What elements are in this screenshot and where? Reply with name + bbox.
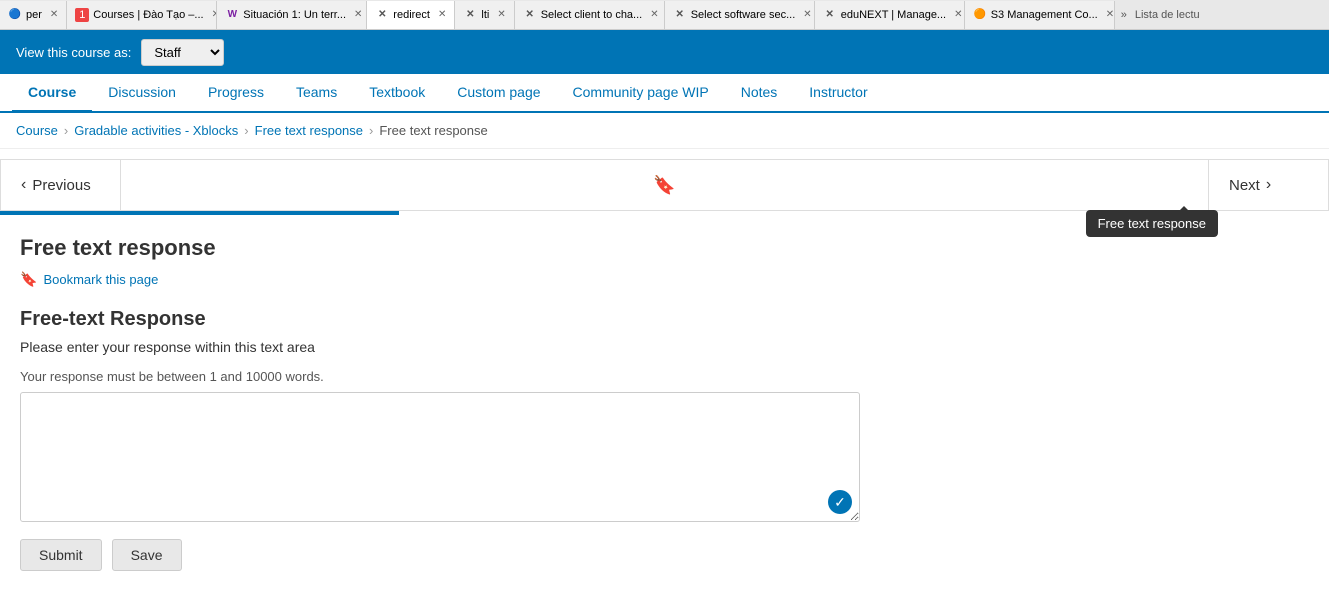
tab-select-client-close[interactable]: ✕ [650,9,658,20]
tab-bar-overflow[interactable]: » Lista de lectu [1115,9,1206,21]
tab-s3-favicon: 🟠 [973,8,987,22]
tab-edunext-label: eduNEXT | Manage... [841,9,946,21]
lista-lectura-label: Lista de lectu [1135,9,1200,21]
nav-center: 🔖 [121,160,1208,210]
course-nav-tabs: Course Discussion Progress Teams Textboo… [0,74,1329,113]
tab-select-software-close[interactable]: ✕ [803,9,811,20]
response-textarea[interactable] [20,392,860,522]
prev-arrow-icon: ‹ [21,176,26,194]
next-label: Next [1229,177,1260,194]
tab-discussion[interactable]: Discussion [92,74,192,113]
next-button[interactable]: Next › [1208,160,1328,210]
tab-redirect-favicon: ✕ [375,8,389,22]
prev-button[interactable]: ‹ Previous [1,160,121,210]
tab-teams[interactable]: Teams [280,74,353,113]
tab-per-favicon: 🔵 [8,8,22,22]
tab-select-client-favicon: ✕ [523,8,537,22]
word-count-hint: Your response must be between 1 and 1000… [20,369,1080,384]
tab-overflow-icon: » [1121,9,1127,21]
tab-s3-label: S3 Management Co... [991,9,1098,21]
next-arrow-icon: › [1266,176,1271,194]
main-content: Free text response VIEW UNIT IN STUDIO 🔖… [0,215,1100,591]
tab-course[interactable]: Course [12,74,92,113]
tab-notes[interactable]: Notes [725,74,794,113]
prev-label: Previous [32,177,90,194]
tab-s3-close[interactable]: ✕ [1106,9,1114,20]
tab-select-software-favicon: ✕ [673,8,687,22]
bookmark-this-page-link[interactable]: 🔖 Bookmark this page [20,271,1080,288]
tab-lti-label: lti [481,9,489,21]
tab-courses-favicon: 1 [75,8,89,22]
breadcrumb-sep-3: › [369,123,373,138]
tab-situacion-close[interactable]: ✕ [354,9,362,20]
breadcrumb: Course › Gradable activities - Xblocks ›… [0,113,1329,149]
tab-lti-favicon: ✕ [463,8,477,22]
check-icon: ✓ [828,490,852,514]
tooltip-text: Free text response [1098,216,1206,231]
breadcrumb-sep-1: › [64,123,68,138]
bookmark-flag-icon: 🔖 [20,271,37,288]
tab-situacion-label: Situación 1: Un terr... [243,9,346,21]
tab-courses-label: Courses | Đào Tạo –... [93,9,203,21]
breadcrumb-course[interactable]: Course [16,123,58,138]
textarea-wrapper: ✓ [20,392,860,522]
tab-redirect-close[interactable]: ✕ [438,9,446,20]
tab-instructor[interactable]: Instructor [793,74,883,113]
tab-lti-close[interactable]: ✕ [497,9,505,20]
view-as-select[interactable]: Staff Student Audit [141,39,224,66]
submit-button[interactable]: Submit [20,539,102,571]
tab-situacion-favicon: W [225,8,239,22]
tab-community[interactable]: Community page WIP [557,74,725,113]
tab-edunext[interactable]: ✕ eduNEXT | Manage... ✕ [815,1,965,29]
course-view-bar: View this course as: Staff Student Audit [0,30,1329,74]
tab-custom-page[interactable]: Custom page [441,74,556,113]
action-buttons: Submit Save [20,539,1080,571]
save-button[interactable]: Save [112,539,182,571]
breadcrumb-gradable[interactable]: Gradable activities - Xblocks [74,123,238,138]
section-description: Please enter your response within this t… [20,339,1080,355]
tab-per-close[interactable]: ✕ [50,9,58,20]
tab-select-client-label: Select client to cha... [541,9,643,21]
view-as-label: View this course as: [16,45,131,60]
browser-tab-bar: 🔵 per ✕ 1 Courses | Đào Tạo –... ✕ W Sit… [0,0,1329,30]
tab-select-software[interactable]: ✕ Select software sec... ✕ [665,1,815,29]
breadcrumb-current: Free text response [379,123,487,138]
unit-navigation: ‹ Previous 🔖 Next › Free text response [0,159,1329,211]
tab-courses[interactable]: 1 Courses | Đào Tạo –... ✕ [67,1,217,29]
tab-edunext-favicon: ✕ [823,8,837,22]
section-title: Free-text Response [20,308,1080,331]
tab-redirect-label: redirect [393,9,430,21]
tab-lti[interactable]: ✕ lti ✕ [455,1,514,29]
tab-textbook[interactable]: Textbook [353,74,441,113]
page-title: Free text response [20,235,216,261]
tab-progress[interactable]: Progress [192,74,280,113]
bookmark-link-label: Bookmark this page [43,272,158,287]
bookmark-icon: 🔖 [653,175,675,196]
breadcrumb-sep-2: › [244,123,248,138]
unit-nav-tooltip: Free text response [1086,210,1218,237]
tab-per-label: per [26,9,42,21]
tab-redirect[interactable]: ✕ redirect ✕ [367,1,455,29]
tab-select-software-label: Select software sec... [691,9,796,21]
tab-edunext-close[interactable]: ✕ [954,9,962,20]
tab-select-client[interactable]: ✕ Select client to cha... ✕ [515,1,665,29]
breadcrumb-free-text-link[interactable]: Free text response [255,123,363,138]
tab-s3[interactable]: 🟠 S3 Management Co... ✕ [965,1,1115,29]
tab-per[interactable]: 🔵 per ✕ [0,1,67,29]
tab-situacion[interactable]: W Situación 1: Un terr... ✕ [217,1,367,29]
